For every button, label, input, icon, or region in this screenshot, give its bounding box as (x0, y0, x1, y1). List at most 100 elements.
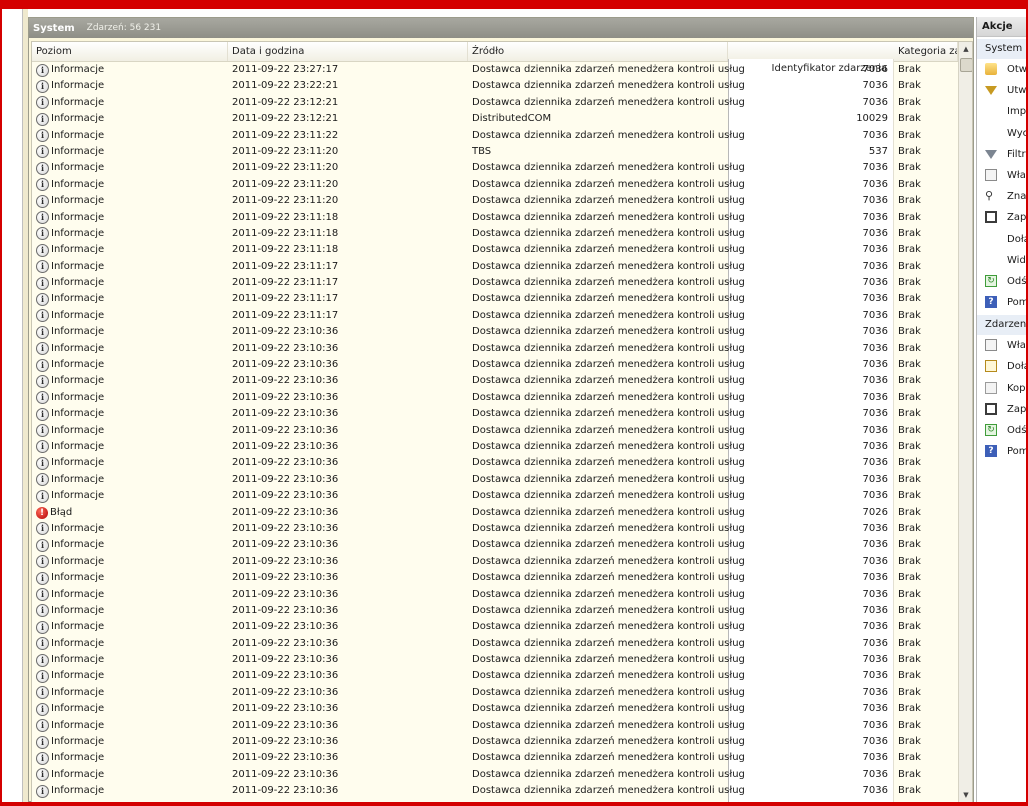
action-item[interactable]: Wido (977, 250, 1027, 271)
level-label: Informacje (51, 768, 105, 780)
action-item[interactable]: Utw (977, 80, 1027, 101)
cell-date: 2011-09-22 23:12:21 (232, 113, 339, 125)
action-item[interactable]: ↻ Odśv (977, 271, 1027, 292)
table-row[interactable]: i Informacje 2011-09-22 23:11:17 Dostawca d… (32, 291, 958, 307)
table-row[interactable]: i Informacje 2011-09-22 23:11:18 Dostawca d… (32, 210, 958, 226)
cell-category: Brak (898, 654, 921, 666)
table-row[interactable]: i Informacje 2011-09-22 23:10:36 Dostawca d… (32, 636, 958, 652)
table-row[interactable]: i Informacje 2011-09-22 23:10:36 Dostawca d… (32, 587, 958, 603)
table-row[interactable]: i Informacje 2011-09-22 23:11:20 Dostawca d… (32, 193, 958, 209)
table-row[interactable]: i Informacje 2011-09-22 23:11:20 Dostawca d… (32, 160, 958, 176)
action-item[interactable]: Impo (977, 101, 1027, 122)
cell-source: Dostawca dziennika zdarzeń menedżera kon… (472, 244, 745, 256)
action-item[interactable]: Kopi (977, 378, 1027, 399)
action-item[interactable]: Dołą (977, 356, 1027, 377)
table-row[interactable]: i Informacje 2011-09-22 23:10:36 Dostawca d… (32, 783, 958, 799)
section-system[interactable]: System (977, 39, 1027, 59)
table-row[interactable]: i Informacje 2011-09-22 23:10:36 Dostawca d… (32, 554, 958, 570)
table-row[interactable]: i Informacje 2011-09-22 23:10:36 Dostawca d… (32, 373, 958, 389)
table-row[interactable]: i Informacje 2011-09-22 23:10:36 Dostawca d… (32, 685, 958, 701)
column-date[interactable]: Data i godzina (228, 42, 468, 61)
action-item[interactable]: Wyc (977, 123, 1027, 144)
cell-date: 2011-09-22 23:10:36 (232, 440, 339, 452)
vertical-scrollbar[interactable]: ▲ ▼ (958, 42, 972, 802)
table-row[interactable]: i Informacje 2011-09-22 23:10:36 Dostawca d… (32, 570, 958, 586)
column-category[interactable]: Kategoria zad (894, 42, 958, 61)
cell-event-id: 7036 (862, 129, 888, 141)
table-row[interactable]: i Informacje 2011-09-22 23:10:36 Dostawca d… (32, 357, 958, 373)
info-icon: i (36, 637, 49, 651)
scroll-up-icon[interactable]: ▲ (959, 42, 972, 56)
table-row[interactable]: i Informacje 2011-09-22 23:10:36 Dostawca d… (32, 390, 958, 406)
table-row[interactable]: i Informacje 2011-09-22 23:10:36 Dostawca d… (32, 472, 958, 488)
cell-date: 2011-09-22 23:10:36 (232, 719, 339, 731)
action-label: Dołą (1007, 361, 1027, 373)
cell-date: 2011-09-22 23:10:36 (232, 359, 339, 371)
table-row[interactable]: i Informacje 2011-09-22 23:10:36 Dostawca d… (32, 537, 958, 553)
actions-pane: Akcje System Otw Utw Impo Wyc Filtru Właś ⚲ Zna… (976, 17, 1027, 802)
table-row[interactable]: i Informacje 2011-09-22 23:10:36 Dostawca d… (32, 750, 958, 766)
attach-task-icon (985, 360, 997, 373)
level-label: Informacje (51, 473, 105, 485)
table-row[interactable]: i Informacje 2011-09-22 23:10:36 Dostawca d… (32, 439, 958, 455)
table-row[interactable]: i Informacje 2011-09-22 23:11:17 Dostawca d… (32, 275, 958, 291)
table-row[interactable]: i Informacje 2011-09-22 23:12:21 Dostawca d… (32, 95, 958, 111)
cell-event-id: 7036 (862, 342, 888, 354)
table-row[interactable]: i Informacje 2011-09-22 23:10:36 Dostawca d… (32, 619, 958, 635)
table-row[interactable]: i Informacje 2011-09-22 23:10:36 Dostawca d… (32, 488, 958, 504)
panel-header: System Zdarzeń: 56 231 (29, 18, 973, 38)
column-level[interactable]: Poziom (32, 42, 228, 61)
level-label: Informacje (51, 391, 105, 403)
table-row[interactable]: i Informacje 2011-09-22 23:10:36 Dostawca d… (32, 423, 958, 439)
action-item[interactable]: Właś (977, 335, 1027, 356)
action-item[interactable]: Zapi (977, 399, 1027, 420)
action-item[interactable]: Właś (977, 165, 1027, 186)
table-row[interactable]: i Informacje 2011-09-22 23:10:36 Dostawca d… (32, 734, 958, 750)
action-item[interactable]: Otw (977, 59, 1027, 80)
table-row[interactable]: ! Błąd 2011-09-22 23:10:36 Dostawca dzienni… (32, 505, 958, 521)
table-row[interactable]: i Informacje 2011-09-22 23:11:17 Dostawca d… (32, 259, 958, 275)
table-row[interactable]: i Informacje 2011-09-22 23:10:36 Dostawca d… (32, 767, 958, 783)
action-item[interactable]: Dołą (977, 229, 1027, 250)
action-item[interactable]: Filtru (977, 144, 1027, 165)
action-item[interactable]: ⚲ Znaj (977, 186, 1027, 207)
action-item[interactable]: ? Pom (977, 441, 1027, 462)
table-row[interactable]: i Informacje 2011-09-22 23:10:36 Dostawca d… (32, 324, 958, 340)
navigation-pane[interactable] (2, 9, 23, 802)
table-row[interactable]: i Informacje 2011-09-22 23:10:36 Dostawca d… (32, 701, 958, 717)
properties-icon (985, 339, 997, 352)
table-row[interactable]: i Informacje 2011-09-22 23:10:36 Dostawca d… (32, 455, 958, 471)
table-row[interactable]: i Informacje 2011-09-22 23:10:36 Dostawca d… (32, 668, 958, 684)
table-row[interactable]: i Informacje 2011-09-22 23:10:36 Dostawca d… (32, 603, 958, 619)
table-row[interactable]: i Informacje 2011-09-22 23:11:18 Dostawca d… (32, 242, 958, 258)
table-row[interactable]: i Informacje 2011-09-22 23:11:17 Dostawca d… (32, 308, 958, 324)
scroll-thumb[interactable] (960, 58, 972, 72)
info-icon: i (36, 260, 49, 274)
table-row[interactable]: i Informacje 2011-09-22 23:27:17 Dostawca d… (32, 62, 958, 78)
table-row[interactable]: i Informacje 2011-09-22 23:11:20 Dostawca d… (32, 177, 958, 193)
event-table[interactable]: Poziom Data i godzina Źródło Identyfikat… (31, 41, 973, 803)
table-row[interactable]: i Informacje 2011-09-22 23:10:36 Dostawca d… (32, 406, 958, 422)
table-row[interactable]: i Informacje 2011-09-22 23:10:36 Dostawca d… (32, 521, 958, 537)
table-row[interactable]: i Informacje 2011-09-22 23:10:36 Dostawca d… (32, 718, 958, 734)
section-event[interactable]: Zdarzenie (977, 315, 1027, 336)
cell-level: i Informacje (36, 439, 226, 455)
action-item[interactable]: Zapi (977, 207, 1027, 228)
cell-date: 2011-09-22 23:10:36 (232, 621, 339, 633)
action-item[interactable]: ↻ Odśv (977, 420, 1027, 441)
cell-source: Dostawca dziennika zdarzeń menedżera kon… (472, 211, 745, 223)
table-row[interactable]: i Informacje 2011-09-22 23:10:36 Dostawca d… (32, 652, 958, 668)
table-row[interactable]: i Informacje 2011-09-22 23:11:18 Dostawca d… (32, 226, 958, 242)
cell-date: 2011-09-22 23:10:36 (232, 424, 339, 436)
table-row[interactable]: i Informacje 2011-09-22 23:11:20 TBS 537 Brak (32, 144, 958, 160)
column-source[interactable]: Źródło (468, 42, 728, 61)
table-row[interactable]: i Informacje 2011-09-22 23:12:21 Distribute… (32, 111, 958, 127)
table-row[interactable]: i Informacje 2011-09-22 23:22:21 Dostawca d… (32, 78, 958, 94)
table-row[interactable]: i Informacje 2011-09-22 23:11:22 Dostawca d… (32, 128, 958, 144)
scroll-down-icon[interactable]: ▼ (959, 788, 972, 802)
table-row[interactable]: i Informacje 2011-09-22 23:10:36 Dostawca d… (32, 341, 958, 357)
cell-event-id: 7036 (862, 604, 888, 616)
cell-event-id: 7036 (862, 654, 888, 666)
cell-level: ! Błąd (36, 505, 226, 521)
action-item[interactable]: ? Pom (977, 292, 1027, 313)
